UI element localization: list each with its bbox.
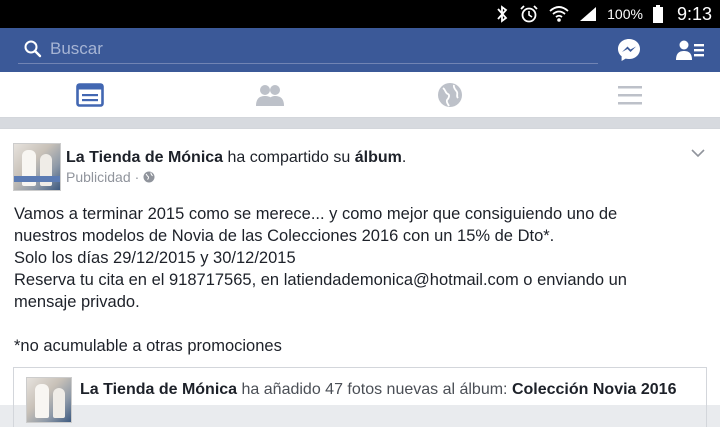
shared-album-name[interactable]: Colección Novia 2016 — [512, 381, 677, 398]
post-action-suffix: . — [401, 149, 407, 166]
friends-icon — [256, 84, 284, 106]
nav-tabs — [0, 72, 720, 118]
shared-page-avatar[interactable] — [26, 377, 72, 423]
friend-requests-button[interactable] — [676, 36, 704, 64]
post-meta: Publicidad · — [66, 169, 155, 185]
tab-news-feed[interactable] — [0, 72, 180, 117]
friend-requests-icon — [676, 40, 704, 60]
post-line: nuestros modelos de Novia de las Colecci… — [14, 227, 555, 245]
battery-icon — [652, 0, 663, 28]
menu-icon — [618, 85, 642, 104]
bluetooth-icon — [495, 0, 509, 28]
chevron-down-icon[interactable] — [690, 145, 706, 161]
status-bar: 100% 9:13 — [0, 0, 720, 28]
meta-separator: · — [134, 169, 140, 185]
feed-separator — [0, 118, 720, 128]
post-footnote: *no acumulable a otras promociones — [14, 337, 282, 355]
search-box[interactable] — [18, 34, 598, 64]
messenger-icon — [618, 39, 640, 61]
post-header: La Tienda de Mónica ha compartido su álb… — [66, 149, 406, 167]
news-feed-icon — [76, 82, 104, 107]
globe-icon — [143, 171, 155, 183]
page-name-link[interactable]: La Tienda de Mónica — [66, 149, 223, 166]
post-action: ha compartido su — [227, 149, 351, 166]
post-line: Reserva tu cita en el 918717565, en lati… — [14, 271, 627, 289]
sponsored-label[interactable]: Publicidad — [66, 169, 131, 185]
tab-friends[interactable] — [180, 72, 360, 117]
post-line: mensaje privado. — [14, 293, 140, 311]
album-link[interactable]: álbum — [355, 149, 402, 166]
tab-notifications[interactable] — [360, 72, 540, 117]
clock: 9:13 — [676, 3, 712, 24]
page-avatar[interactable] — [13, 143, 61, 191]
search-input[interactable] — [50, 38, 570, 59]
shared-album-card[interactable]: La Tienda de Mónica ha añadido 47 fotos … — [13, 367, 707, 427]
post-body: Vamos a terminar 2015 como se merece... … — [14, 203, 704, 357]
shared-album-text: La Tienda de Mónica ha añadido 47 fotos … — [80, 379, 700, 401]
search-header — [0, 28, 720, 72]
feed-post: La Tienda de Mónica ha compartido su álb… — [0, 128, 720, 427]
alarm-icon — [519, 0, 539, 28]
globe-icon — [438, 82, 462, 107]
wifi-icon — [549, 0, 569, 28]
messenger-button[interactable] — [615, 36, 643, 64]
shared-action: ha añadido 47 fotos nuevas al álbum: — [241, 381, 508, 398]
signal-icon — [579, 0, 597, 28]
post-line: Solo los días 29/12/2015 y 30/12/2015 — [14, 249, 296, 267]
battery-level: 100% — [607, 6, 643, 22]
tab-menu[interactable] — [540, 72, 720, 117]
post-line: Vamos a terminar 2015 como se merece... … — [14, 205, 618, 223]
search-icon — [22, 38, 44, 60]
shared-page-name[interactable]: La Tienda de Mónica — [80, 381, 237, 398]
